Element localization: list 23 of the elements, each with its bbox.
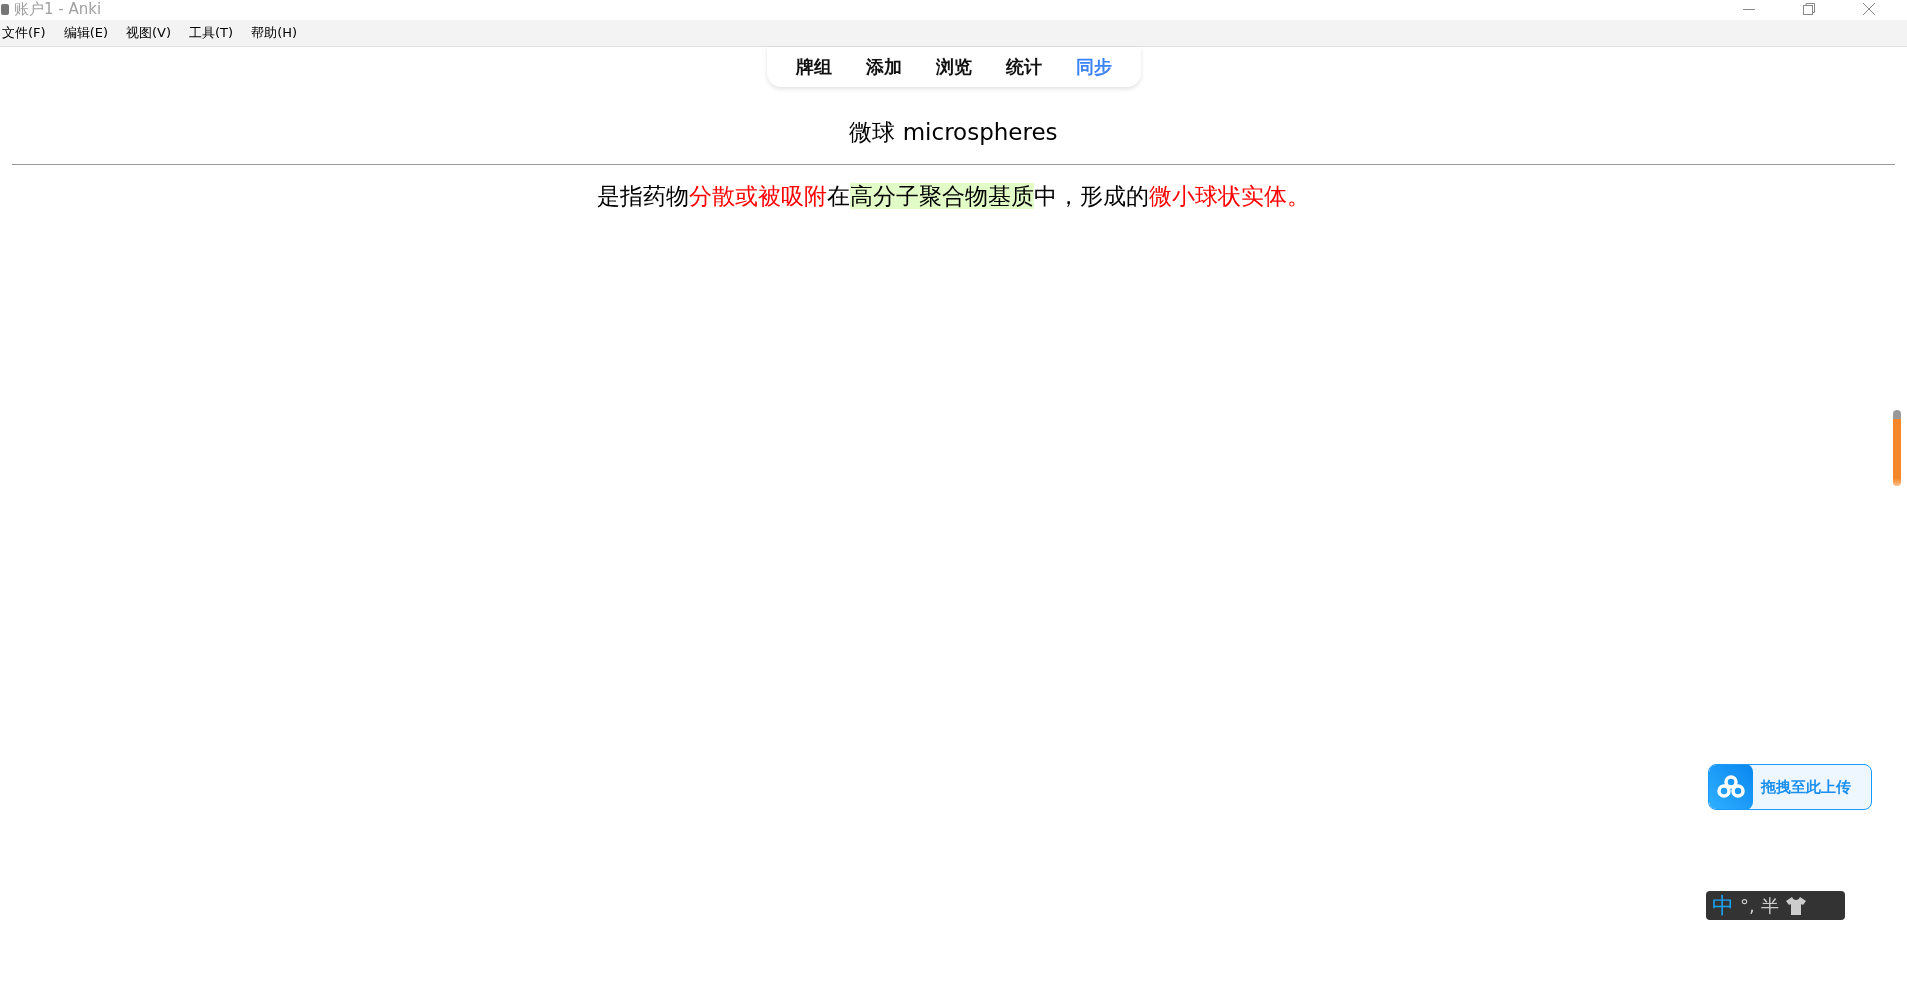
menu-item[interactable]: 工具(T) [187, 24, 236, 42]
menu-item[interactable]: 视图(V) [124, 24, 174, 42]
minimize-icon[interactable] [1743, 8, 1755, 10]
scrollbar-thumb[interactable] [1893, 410, 1901, 486]
close-icon[interactable] [1863, 3, 1875, 15]
shirt-icon[interactable] [1784, 895, 1807, 916]
nav-tab[interactable]: 浏览 [918, 51, 989, 83]
window-title: 账户1 - Anki [14, 0, 102, 18]
nav-tab[interactable]: 添加 [848, 51, 919, 83]
menu-item[interactable]: 帮助(H) [249, 24, 300, 42]
ime-punctuation-toggle[interactable]: °, [1740, 895, 1755, 916]
card-back-text: 是指药物分散或被吸附在高分子聚合物基质中，形成的微小球状实体。 [596, 182, 1311, 211]
cloud-icon [1709, 765, 1753, 809]
app-icon [0, 2, 10, 16]
nav-tab[interactable]: 牌组 [778, 51, 849, 83]
restore-icon[interactable] [1803, 3, 1815, 15]
ime-width-toggle[interactable]: 半 [1760, 893, 1779, 918]
nav-tab[interactable]: 同步 [1058, 51, 1129, 83]
nav-tab[interactable]: 统计 [988, 51, 1059, 83]
card-front-text: 微球 microspheres [848, 118, 1059, 147]
menu-item[interactable]: 文件(F) [0, 24, 48, 42]
ime-mode-toggle[interactable]: 中 [1712, 891, 1734, 920]
menu-item[interactable]: 编辑(E) [61, 24, 110, 42]
